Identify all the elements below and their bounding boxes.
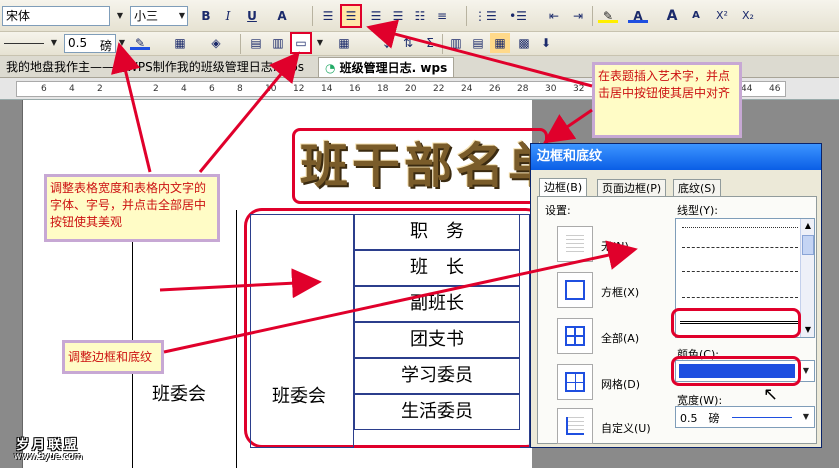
annotation-arrows: [111, 19, 638, 354]
arrow-to-center-all: [198, 51, 300, 173]
arrow-to-table: [159, 268, 322, 299]
arrow-to-dialog: [163, 240, 638, 354]
arrow-to-center-button: [111, 42, 152, 173]
arrow-to-title: [543, 108, 593, 144]
arrow-to-align: [366, 19, 593, 88]
